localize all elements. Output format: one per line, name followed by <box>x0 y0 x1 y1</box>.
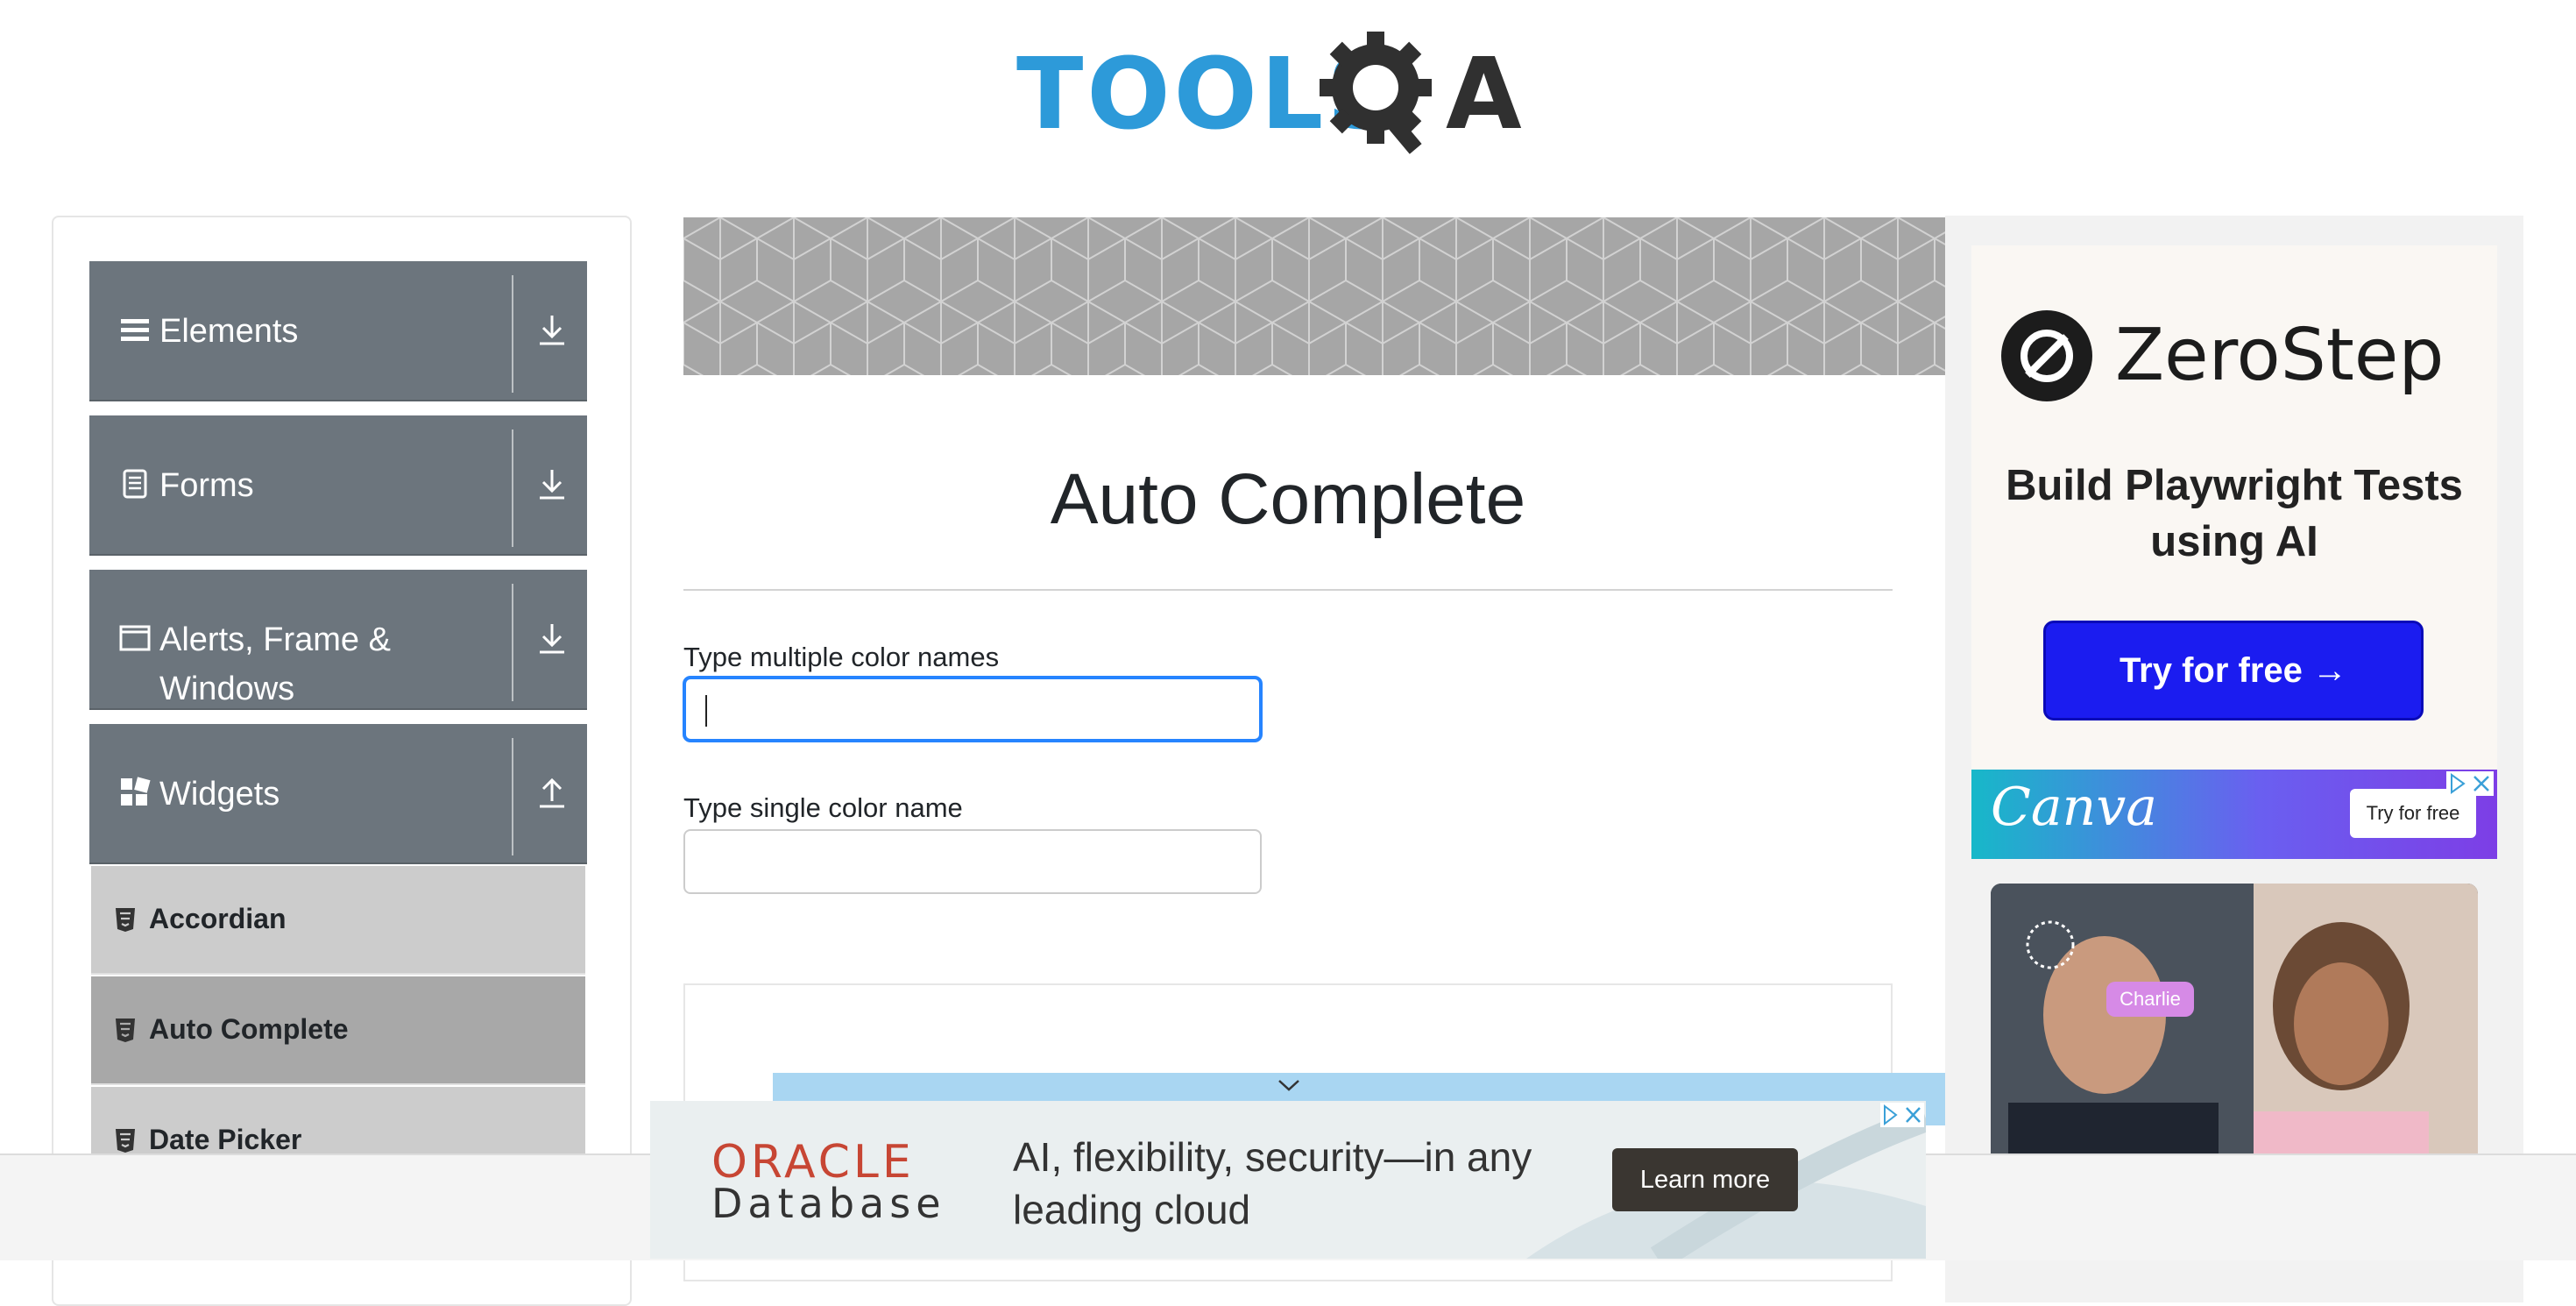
logo-a: A <box>1446 38 1522 152</box>
window-icon <box>119 625 151 651</box>
sidebar-group-alerts-frame-windows[interactable]: Alerts, Frame & Windows <box>89 570 587 710</box>
canva-try-button[interactable]: Try for free <box>2350 789 2476 838</box>
group-label: Widgets <box>159 776 280 813</box>
item-label: Accordian <box>149 903 287 934</box>
html5-icon <box>116 908 135 932</box>
text-caret <box>705 695 707 727</box>
item-label: Auto Complete <box>149 1013 349 1045</box>
sidebar-item-auto-complete[interactable]: Auto Complete <box>91 976 585 1085</box>
sidebar-group-forms[interactable]: Forms <box>89 415 587 556</box>
oracle-product: Database <box>711 1180 946 1227</box>
html5-icon <box>116 1019 135 1042</box>
zerostep-try-button[interactable]: Try for free → <box>2043 621 2424 720</box>
toolsqa-logo[interactable]: TOOLS A <box>1008 25 1577 160</box>
title-divider <box>683 589 1893 591</box>
single-color-label: Type single color name <box>683 792 963 823</box>
divider <box>512 429 513 547</box>
multiple-colors-label: Type multiple color names <box>683 642 1000 672</box>
download-arrow-icon[interactable] <box>536 466 568 501</box>
canva-logo: Canva <box>1991 777 2157 838</box>
download-arrow-icon[interactable] <box>536 621 568 656</box>
single-color-input[interactable] <box>683 829 1262 894</box>
download-arrow-icon[interactable] <box>536 312 568 347</box>
divider <box>512 584 513 701</box>
sidebar-item-accordian[interactable]: Accordian <box>91 866 585 975</box>
grid-icon <box>121 777 151 806</box>
sidebar-group-elements[interactable]: Elements <box>89 261 587 401</box>
learn-more-button[interactable]: Learn more <box>1612 1148 1798 1211</box>
group-label: Alerts, Frame & Windows <box>159 621 391 707</box>
chevron-down-icon[interactable] <box>1276 1076 1302 1094</box>
page-title: Auto Complete <box>1050 459 1526 539</box>
page-banner <box>683 217 1945 375</box>
ad-choices-close-icon[interactable] <box>2446 771 2494 796</box>
hamburger-icon <box>121 319 149 341</box>
document-icon <box>123 469 147 499</box>
zerostep-tagline: Build Playwright Tests using AI <box>2006 462 2463 565</box>
group-label: Forms <box>159 467 254 504</box>
charlie-cursor-tag: Charlie <box>2106 982 2194 1017</box>
upload-arrow-icon[interactable] <box>536 775 568 810</box>
zerostep-logo-icon <box>2001 310 2092 401</box>
zerostep-brand: ZeroStep <box>2115 314 2445 397</box>
divider <box>512 275 513 393</box>
item-label: Date Picker <box>149 1124 302 1155</box>
oracle-ad-text: AI, flexibility, security—in any leading… <box>1013 1134 1532 1232</box>
divider <box>512 738 513 855</box>
html5-icon <box>116 1129 135 1153</box>
group-label: Elements <box>159 313 299 350</box>
ad-choices-close-icon[interactable] <box>1880 1103 1924 1127</box>
multiple-colors-input[interactable] <box>683 677 1262 742</box>
sidebar-group-widgets[interactable]: Widgets <box>89 724 587 864</box>
